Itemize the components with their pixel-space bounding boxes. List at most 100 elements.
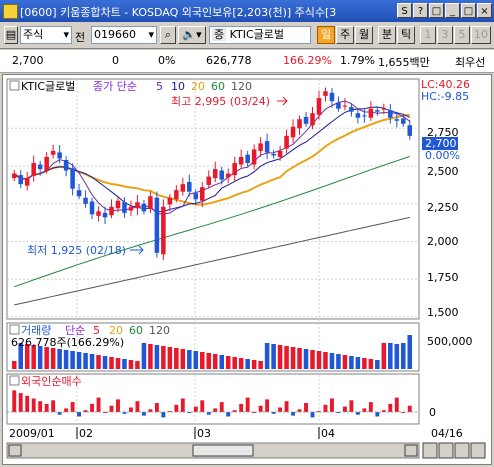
candle-body — [212, 169, 218, 179]
volume-bar — [245, 359, 250, 369]
link-button[interactable]: S — [397, 3, 412, 18]
candle-body — [193, 193, 199, 200]
reset-icon[interactable] — [454, 442, 470, 459]
candle-body — [245, 154, 250, 164]
interval-1-button[interactable]: 1 — [420, 26, 436, 44]
high-annotation: 최고 2,995 (03/24) — [171, 95, 270, 108]
volume-bar — [219, 355, 224, 369]
prev-label: 전 — [75, 31, 86, 44]
collapse-icon[interactable] — [9, 375, 20, 386]
interval-5-button[interactable]: 5 — [454, 26, 470, 44]
foreign-bar — [141, 412, 146, 416]
volume-bar — [206, 353, 212, 369]
foreign-bar — [388, 403, 393, 412]
foreign-bar — [323, 404, 328, 412]
candle-body — [329, 92, 335, 102]
foreign-bar — [180, 398, 185, 412]
volume-bar — [83, 353, 88, 369]
y-tick: 1,500 — [427, 306, 459, 319]
candle-body — [187, 181, 192, 192]
candle-body — [115, 200, 121, 209]
priority-label: 최우선 — [455, 56, 486, 69]
foreign-bar — [349, 400, 354, 412]
period-week-button[interactable]: 주 — [336, 26, 354, 44]
period-month-button[interactable]: 월 — [355, 26, 373, 44]
candle-body — [362, 115, 367, 117]
current-pct-label: 0.00% — [425, 149, 460, 162]
volume-bar — [368, 359, 374, 369]
y-tick: 1,750 — [427, 271, 459, 284]
interval-3-button[interactable]: 3 — [437, 26, 453, 44]
volume-bar — [329, 353, 335, 369]
app-icon — [3, 4, 18, 19]
maximize-button[interactable]: □ — [461, 3, 476, 18]
foreign-bar — [25, 395, 30, 412]
amount-value: 1,655백만 — [378, 56, 430, 69]
restore-button[interactable]: □ — [429, 3, 444, 18]
foreign-title: 외국인순매수 — [21, 375, 82, 388]
market-select[interactable]: 주식 ▾ — [20, 26, 72, 44]
y-tick: 2,250 — [427, 201, 459, 214]
speaker-icon[interactable]: 🔈▾ — [178, 26, 206, 44]
candle-body — [394, 119, 400, 121]
toolbar: ▤ 주식 ▾ 전 019660 ▾ ⌕ 🔈▾ 증 KTIC글로벌 일 주 월 분 틱… — [0, 22, 494, 49]
volume-bar — [115, 358, 121, 369]
candle-body — [109, 206, 114, 216]
candle-body — [44, 156, 49, 171]
volume-bar — [251, 360, 257, 369]
zoom-out-icon[interactable] — [422, 442, 438, 459]
foreign-bar — [174, 404, 179, 412]
code-input[interactable]: 019660 ▾ — [91, 26, 157, 44]
candle-body — [141, 203, 147, 212]
candle-body — [50, 150, 56, 155]
stock-chart[interactable]: KTIC글로벌 종가 단순 5 10 20 60 120 LC:40.26 HC… — [3, 75, 491, 464]
volume-bar — [303, 349, 309, 369]
layout-icon[interactable]: ▤ — [4, 26, 18, 44]
candle-body — [37, 164, 43, 170]
foreign-bar — [342, 406, 347, 412]
chevron-down-icon: ▾ — [63, 28, 69, 41]
period-tick-button[interactable]: 틱 — [397, 26, 415, 44]
change-pct: 0% — [158, 54, 176, 67]
volume-bar — [336, 354, 341, 369]
scroll-thumb[interactable] — [192, 444, 254, 457]
volume-bar — [89, 354, 95, 369]
scroll-right-icon[interactable] — [404, 444, 418, 457]
market-label: 주식 — [23, 28, 44, 41]
volume-bar — [323, 352, 328, 369]
collapse-icon[interactable] — [9, 324, 20, 335]
settings-icon[interactable] — [470, 442, 486, 459]
foreign-bar — [239, 403, 244, 412]
candle-body — [70, 168, 75, 189]
volume-bar — [297, 348, 302, 369]
volume-bar — [290, 347, 296, 369]
low-annotation: 최저 1,925 (02/18) — [27, 244, 126, 257]
candle-body — [349, 107, 354, 112]
zoom-in-icon[interactable] — [438, 442, 454, 459]
chart-area[interactable]: KTIC글로벌 종가 단순 5 10 20 60 120 LC:40.26 HC… — [2, 74, 492, 465]
search-icon[interactable]: ⌕ — [160, 26, 176, 44]
interval-10-button[interactable]: 10 — [471, 26, 491, 44]
minimize-button[interactable]: _ — [445, 3, 460, 18]
volume-value-label: 626,778주(166.29%) — [11, 336, 124, 349]
candle-body — [316, 98, 322, 115]
candle-body — [174, 190, 179, 200]
period-day-button[interactable]: 일 — [317, 26, 335, 44]
volume-bar — [349, 356, 354, 369]
help-button[interactable]: ? — [413, 3, 428, 18]
volume-bar — [342, 355, 348, 369]
candle-body — [31, 163, 36, 176]
volume-bar — [277, 345, 283, 369]
scroll-left-icon[interactable] — [8, 444, 22, 457]
foreign-bar — [70, 402, 75, 412]
close-button[interactable]: × — [477, 3, 492, 18]
collapse-icon[interactable] — [9, 80, 20, 91]
candle-body — [83, 197, 88, 204]
chevron-down-icon: ▾ — [148, 28, 154, 41]
foreign-bar — [12, 390, 17, 412]
foreign-bar — [245, 397, 250, 412]
hc-label: HC:-9.85 — [421, 90, 469, 103]
stock-name-field: 증 KTIC글로벌 — [209, 26, 311, 44]
vol-y-tick: 500,000 — [427, 335, 473, 348]
period-minute-button[interactable]: 분 — [378, 26, 396, 44]
